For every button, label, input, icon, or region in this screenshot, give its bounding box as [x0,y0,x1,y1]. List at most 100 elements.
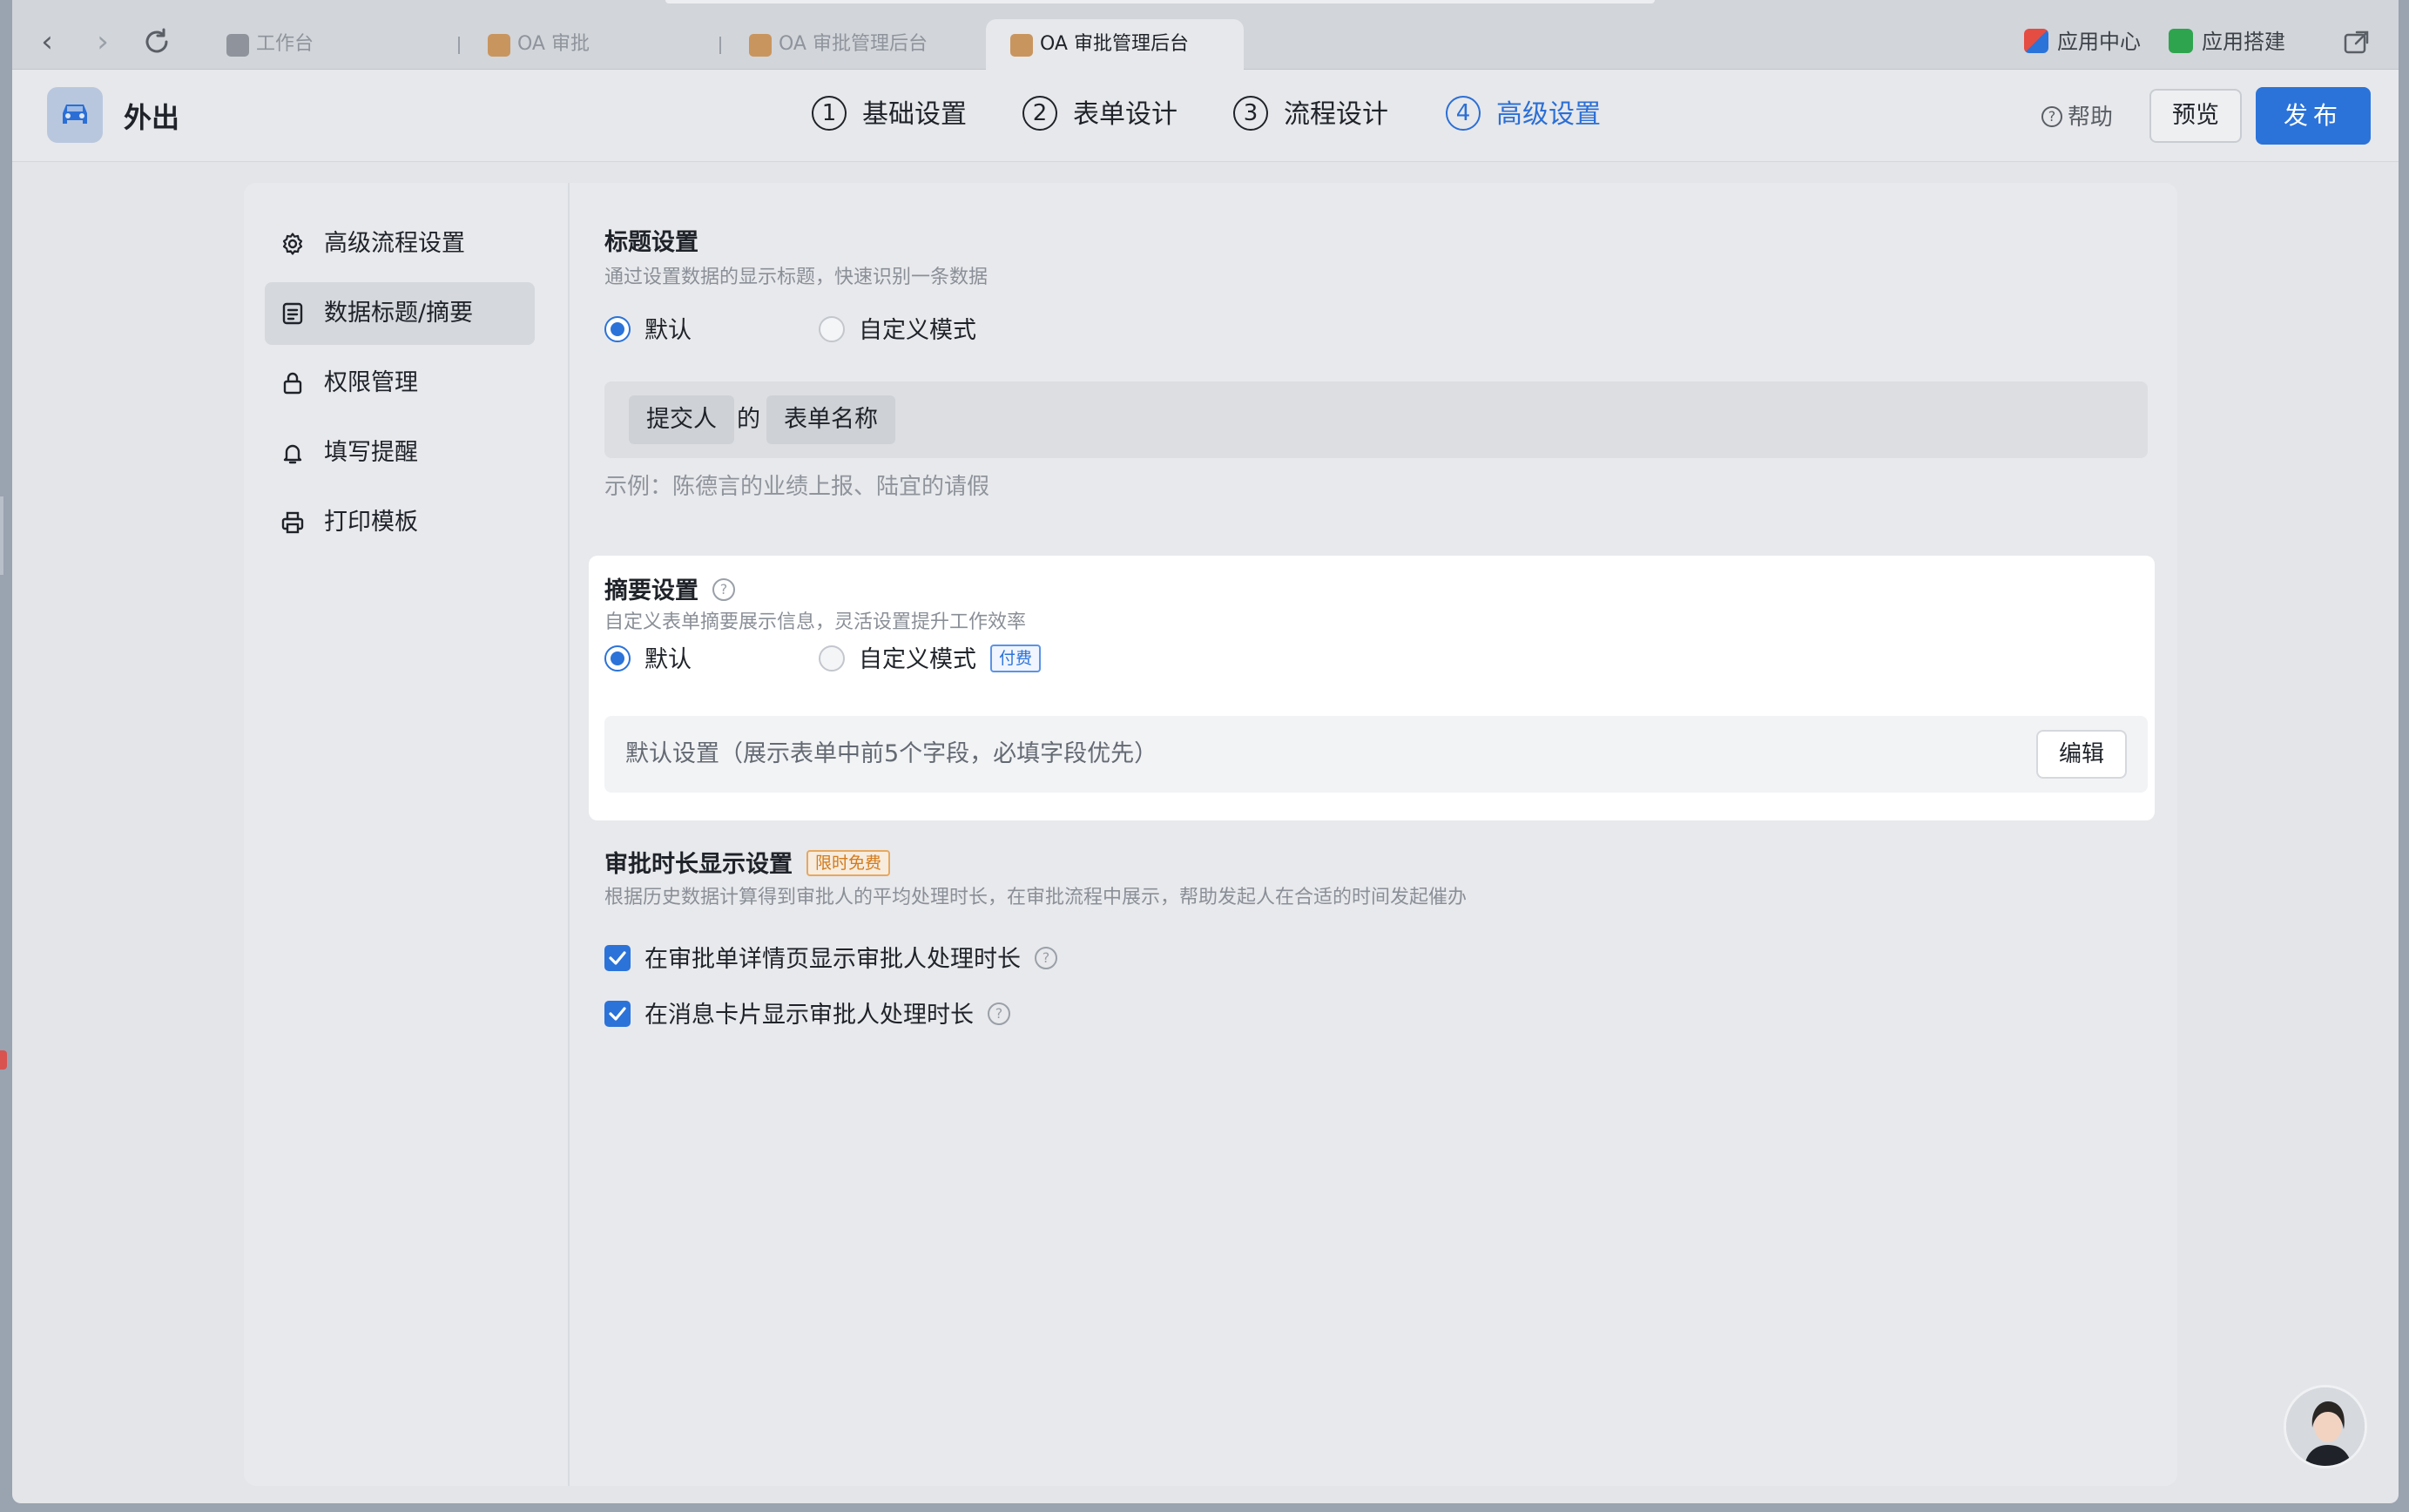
duration-settings-heading: 审批时长显示设置 限时免费 [604,845,891,879]
settings-sidebar: 高级流程设置 数据标题/摘要 权限管理 填写提醒 打印模板 [244,183,570,1486]
browser-tab-bar: ‹ › 工作台 OA 审批 OA 审批管理后台 OA 审批管理后台 应用中心 应… [12,0,2399,70]
title-example: 示例：陈德言的业绩上报、陆宜的请假 [604,474,990,500]
duration-settings-desc: 根据历史数据计算得到审批人的平均处理时长，在审批流程中展示，帮助发起人在合适的时… [604,887,1468,908]
preview-button[interactable]: 预览 [2149,89,2242,143]
radio-label: 默认 [644,317,692,344]
tab-scroll-indicator [665,0,1655,3]
oa-app-icon [749,34,772,57]
step-number: 4 [1446,95,1481,131]
radio-label: 默认 [644,646,692,673]
help-link[interactable]: ? 帮助 [2041,99,2113,132]
tab-oa-admin[interactable]: OA 审批管理后台 [725,19,982,70]
app-builder-label: 应用搭建 [2202,30,2285,54]
summary-title-text: 摘要设置 [604,577,698,604]
app-header: 外出 1 基础设置 2 表单设计 3 流程设计 4 高级设置 ? 帮助 预览 发布 [12,70,2399,162]
question-icon[interactable]: ? [988,1002,1010,1025]
app-center-label: 应用中心 [2057,30,2141,54]
help-icon: ? [2041,105,2062,127]
check-detail-page-duration[interactable]: 在审批单详情页显示审批人处理时长? [604,942,1057,977]
app-builder-link[interactable]: 应用搭建 [2169,24,2285,59]
step-label: 基础设置 [862,99,967,130]
free-badge: 限时免费 [806,849,891,876]
title-settings-desc: 通过设置数据的显示标题，快速识别一条数据 [604,267,989,288]
tab-oa-approval[interactable]: OA 审批 [463,19,721,70]
summary-radio-custom[interactable]: 自定义模式 付费 [819,643,1042,678]
step-basic-settings[interactable]: 1 基础设置 [812,92,967,138]
app-builder-icon [2169,29,2193,53]
gear-icon [282,233,303,255]
summary-default-box: 默认设置（展示表单中前5个字段，必填字段优先） 编辑 [604,716,2148,793]
paid-badge: 付费 [990,644,1042,672]
sidebar-item-advanced-flow[interactable]: 高级流程设置 [265,213,535,275]
tab-label: OA 审批管理后台 [779,33,928,55]
app-center-icon [2024,29,2048,53]
open-external-icon[interactable] [2343,24,2371,59]
oa-app-icon [1010,34,1033,57]
tab-oa-admin-active[interactable]: OA 审批管理后台 [986,19,1244,70]
checkbox-checked[interactable] [604,1000,631,1027]
summary-default-text: 默认设置（展示表单中前5个字段，必填字段优先） [625,740,1158,767]
edit-button[interactable]: 编辑 [2036,730,2127,779]
radio-label: 自定义模式 [859,646,976,673]
tab-label: OA 审批 [517,33,590,55]
summary-settings-panel: 摘要设置? 自定义表单摘要展示信息，灵活设置提升工作效率 默认 自定义模式 付费 … [589,556,2155,820]
step-advanced-settings[interactable]: 4 高级设置 [1446,92,1601,138]
edge-marker [0,1050,7,1070]
question-icon[interactable]: ? [712,577,735,601]
document-icon [282,302,303,325]
step-number: 2 [1022,95,1057,131]
summary-settings-heading: 摘要设置? [604,571,735,605]
summary-settings-desc: 自定义表单摘要展示信息，灵活设置提升工作效率 [604,611,1027,633]
title-connector: 的 [737,406,760,433]
sidebar-item-data-title-summary[interactable]: 数据标题/摘要 [265,282,535,345]
summary-radio-default[interactable]: 默认 [604,643,692,678]
back-icon[interactable]: ‹ [30,24,64,59]
workbench-icon [226,34,249,57]
help-label: 帮助 [2068,105,2114,131]
step-flow-design[interactable]: 3 流程设计 [1233,92,1388,138]
radio-label: 自定义模式 [859,317,976,344]
publish-button[interactable]: 发布 [2256,87,2371,145]
checkbox-label: 在审批单详情页显示审批人处理时长 [644,946,1021,973]
check-message-card-duration[interactable]: 在消息卡片显示审批人处理时长? [604,998,1010,1033]
chip-submitter: 提交人 [629,395,734,444]
refresh-icon[interactable] [139,24,174,59]
title-radio-default[interactable]: 默认 [604,314,692,348]
tab-label: 工作台 [256,33,314,55]
sidebar-item-fill-reminder[interactable]: 填写提醒 [265,422,535,484]
checkbox-label: 在消息卡片显示审批人处理时长 [644,1002,974,1029]
question-icon[interactable]: ? [1035,946,1057,969]
radio-checked[interactable] [604,645,631,672]
tab-separator [719,37,721,54]
radio-checked[interactable] [604,315,631,342]
app-center-link[interactable]: 应用中心 [2024,24,2141,59]
lock-icon [283,372,302,395]
sidebar-item-label: 权限管理 [324,369,418,396]
sidebar-item-label: 打印模板 [324,509,418,536]
duration-title-text: 审批时长显示设置 [604,851,793,878]
step-number: 1 [812,95,847,131]
oa-app-icon [488,34,510,57]
sidebar-item-permissions[interactable]: 权限管理 [265,352,535,415]
edge-handle [0,496,3,575]
checkbox-checked[interactable] [604,944,631,971]
assistant-avatar[interactable] [2284,1385,2367,1468]
step-form-design[interactable]: 2 表单设计 [1022,92,1178,138]
car-icon [47,87,103,143]
forward-icon[interactable]: › [85,24,120,59]
tab-workbench[interactable]: 工作台 [202,19,460,70]
step-label: 表单设计 [1073,99,1178,130]
sidebar-item-print-template[interactable]: 打印模板 [265,491,535,554]
step-label: 高级设置 [1496,99,1601,130]
radio-unchecked[interactable] [819,645,845,672]
app-name: 外出 [124,101,180,134]
radio-unchecked[interactable] [819,315,845,342]
title-format-box: 提交人 的 表单名称 [604,381,2148,458]
title-radio-custom[interactable]: 自定义模式 [819,314,976,348]
tab-separator [458,37,460,54]
chip-form-name: 表单名称 [766,395,895,444]
step-number: 3 [1233,95,1268,131]
sidebar-item-label: 填写提醒 [324,439,418,466]
app-window: ‹ › 工作台 OA 审批 OA 审批管理后台 OA 审批管理后台 应用中心 应… [12,0,2399,1503]
step-label: 流程设计 [1284,99,1388,130]
